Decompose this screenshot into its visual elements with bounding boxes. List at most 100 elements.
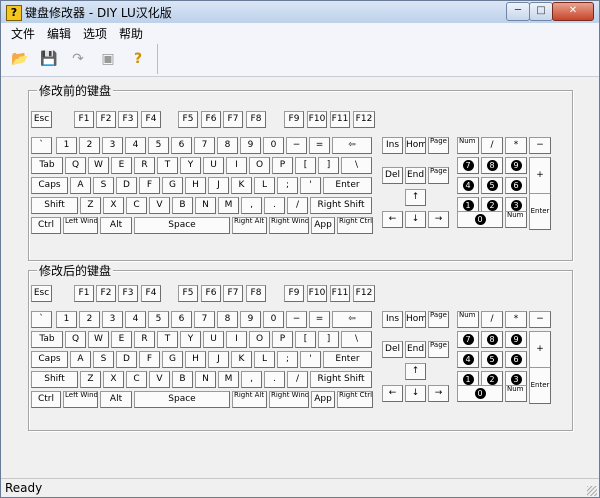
before-key-f9[interactable]: F9 xyxy=(284,111,304,128)
after-key-ctrl[interactable]: Ctrl xyxy=(31,391,61,408)
before-key-esc[interactable]: Esc xyxy=(31,111,52,128)
before-key-i[interactable]: I xyxy=(226,157,247,174)
before-key-6[interactable]: 6 xyxy=(505,177,527,194)
before-key-7[interactable]: 7 xyxy=(194,137,215,154)
after-key-[interactable]: , xyxy=(241,371,262,388)
before-key-v[interactable]: V xyxy=(149,197,170,214)
before-key-[interactable]: \ xyxy=(341,157,372,174)
after-key-[interactable]: ← xyxy=(382,385,403,402)
after-key-alt[interactable]: Alt xyxy=(100,391,132,408)
after-key-[interactable]: \ xyxy=(341,331,372,348)
after-key-[interactable]: [ xyxy=(295,331,316,348)
before-key-p[interactable]: P xyxy=(272,157,293,174)
before-key-[interactable]: ` xyxy=(31,137,52,154)
after-key-3[interactable]: 3 xyxy=(102,311,123,328)
after-key-f2[interactable]: F2 xyxy=(96,285,116,302)
before-key-6[interactable]: 6 xyxy=(171,137,192,154)
before-key-[interactable]: = xyxy=(309,137,330,154)
before-key-u[interactable]: U xyxy=(203,157,224,174)
after-key-0[interactable]: 0 xyxy=(457,385,503,402)
before-key-del[interactable]: Del xyxy=(382,167,403,184)
after-key-1[interactable]: 1 xyxy=(56,311,77,328)
after-key-page-down[interactable]: Page Down xyxy=(428,341,449,358)
before-key-[interactable]: ← xyxy=(382,211,403,228)
after-key-9[interactable]: 9 xyxy=(240,311,261,328)
after-key-m[interactable]: M xyxy=(218,371,239,388)
before-key-f10[interactable]: F10 xyxy=(307,111,327,128)
before-key-[interactable]: . xyxy=(264,197,285,214)
after-key-a[interactable]: A xyxy=(70,351,91,368)
after-key-4[interactable]: 4 xyxy=(125,311,146,328)
before-key-page-up[interactable]: Page Up xyxy=(428,137,449,154)
after-key-7[interactable]: 7 xyxy=(194,311,215,328)
after-key-[interactable]: + xyxy=(529,331,551,368)
before-key-[interactable]: / xyxy=(481,137,503,154)
after-key-[interactable]: . xyxy=(264,371,285,388)
after-key-x[interactable]: X xyxy=(103,371,124,388)
after-key-[interactable]: ↓ xyxy=(405,385,426,402)
after-key-end[interactable]: End xyxy=(405,341,426,358)
after-key-k[interactable]: K xyxy=(231,351,252,368)
after-key-6[interactable]: 6 xyxy=(505,351,527,368)
before-key-f5[interactable]: F5 xyxy=(178,111,198,128)
after-key-2[interactable]: 2 xyxy=(79,311,100,328)
before-key-x[interactable]: X xyxy=(103,197,124,214)
after-key-f11[interactable]: F11 xyxy=(330,285,350,302)
before-key-s[interactable]: S xyxy=(93,177,114,194)
after-key-6[interactable]: 6 xyxy=(171,311,192,328)
after-key-p[interactable]: P xyxy=(272,331,293,348)
before-key-1[interactable]: 1 xyxy=(56,137,77,154)
after-key-app[interactable]: App xyxy=(311,391,335,408)
after-key-n[interactable]: N xyxy=(195,371,216,388)
before-key-[interactable]: → xyxy=(428,211,449,228)
after-key-t[interactable]: T xyxy=(157,331,178,348)
after-key-f[interactable]: F xyxy=(139,351,160,368)
after-key-5[interactable]: 5 xyxy=(481,351,503,368)
before-key-a[interactable]: A xyxy=(70,177,91,194)
after-key-b[interactable]: B xyxy=(172,371,193,388)
before-key-r[interactable]: R xyxy=(134,157,155,174)
before-key-alt[interactable]: Alt xyxy=(100,217,132,234)
after-key-o[interactable]: O xyxy=(249,331,270,348)
before-key-n[interactable]: N xyxy=(195,197,216,214)
after-key-l[interactable]: L xyxy=(254,351,275,368)
before-key-y[interactable]: Y xyxy=(180,157,201,174)
menu-edit[interactable]: 编辑 xyxy=(47,25,71,42)
before-key-right-ctrl[interactable]: Right Ctrl xyxy=(337,217,373,234)
after-key-right-shift[interactable]: Right Shift xyxy=(310,371,372,388)
before-key-4[interactable]: 4 xyxy=(457,177,479,194)
before-key-caps[interactable]: Caps xyxy=(31,177,68,194)
before-key-f12[interactable]: F12 xyxy=(353,111,375,128)
after-key-i[interactable]: I xyxy=(226,331,247,348)
after-key-enter[interactable]: Enter xyxy=(529,367,551,404)
before-key-end[interactable]: End xyxy=(405,167,426,184)
menu-file[interactable]: 文件 xyxy=(11,25,35,42)
before-key-[interactable]: − xyxy=(286,137,307,154)
before-key-z[interactable]: Z xyxy=(80,197,101,214)
title-bar[interactable]: ? 键盘修改器 - DIY LU汉化版 ─ □ ✕ xyxy=(1,1,599,23)
before-key-o[interactable]: O xyxy=(249,157,270,174)
before-key-q[interactable]: Q xyxy=(65,157,86,174)
before-key-left-windows[interactable]: Left Windows xyxy=(63,217,98,234)
close-button[interactable]: ✕ xyxy=(552,2,594,21)
before-key-enter[interactable]: Enter xyxy=(529,193,551,230)
after-key-left-windows[interactable]: Left Windows xyxy=(63,391,98,408)
preview-icon[interactable]: ▣ xyxy=(98,49,118,69)
before-key-5[interactable]: 5 xyxy=(148,137,169,154)
after-key-ins[interactable]: Ins xyxy=(382,311,403,328)
after-key-f4[interactable]: F4 xyxy=(141,285,161,302)
before-key-8[interactable]: 8 xyxy=(217,137,238,154)
after-key-r[interactable]: R xyxy=(134,331,155,348)
before-key-0[interactable]: 0 xyxy=(457,211,503,228)
after-key-j[interactable]: J xyxy=(208,351,229,368)
after-key-[interactable]: ⇦ xyxy=(332,311,372,328)
after-key-[interactable]: ; xyxy=(277,351,298,368)
after-key-num-del[interactable]: Num Del xyxy=(505,385,527,402)
after-key-caps[interactable]: Caps xyxy=(31,351,68,368)
before-key-e[interactable]: E xyxy=(111,157,132,174)
before-key-[interactable]: * xyxy=(505,137,527,154)
after-key-right-alt[interactable]: Right Alt xyxy=(232,391,267,408)
before-key-[interactable]: + xyxy=(529,157,551,194)
after-key-[interactable]: − xyxy=(529,311,551,328)
before-key-[interactable]: [ xyxy=(295,157,316,174)
